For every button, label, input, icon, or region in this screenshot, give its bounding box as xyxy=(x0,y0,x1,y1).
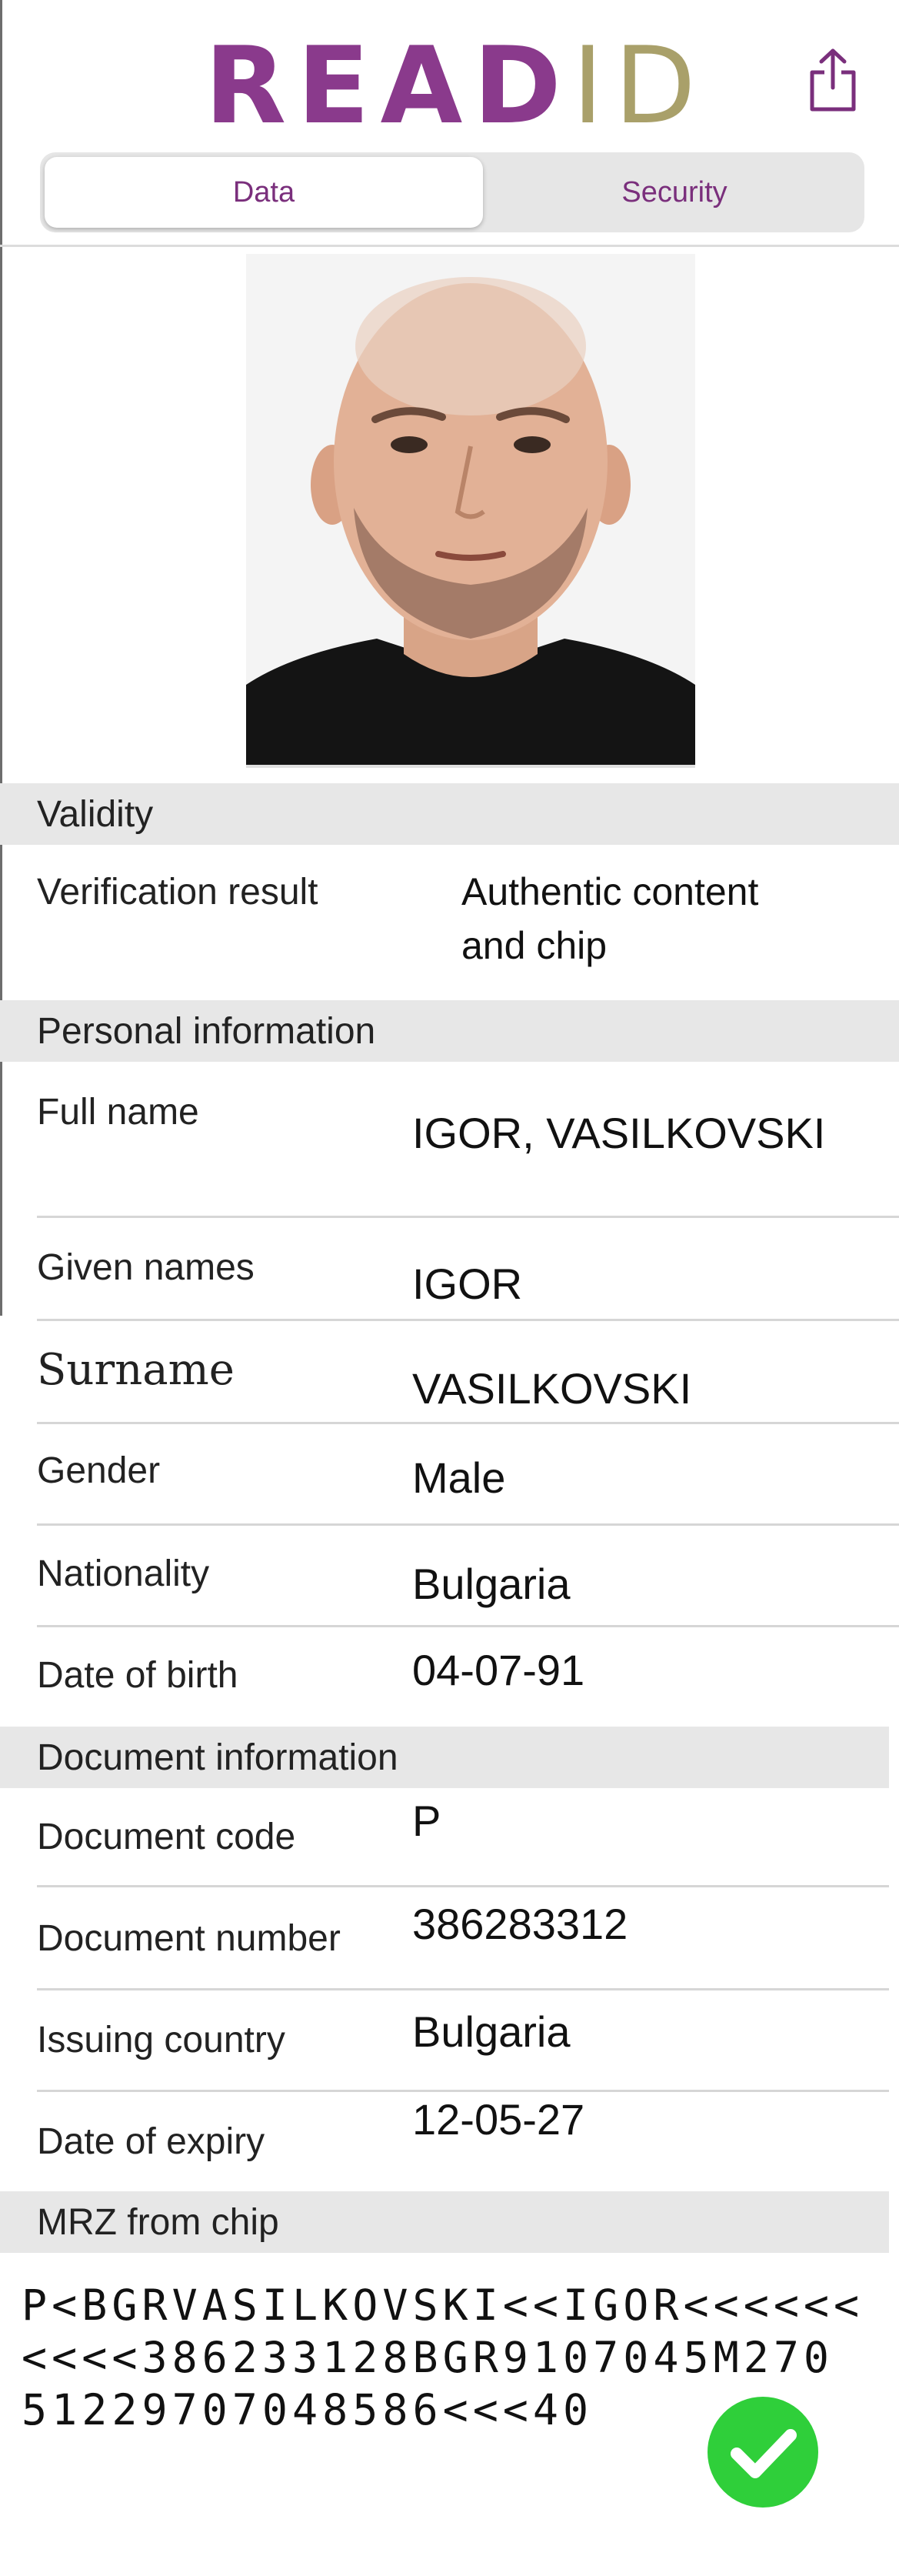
header-divider xyxy=(0,245,899,247)
portrait-photo xyxy=(246,254,695,768)
row-divider xyxy=(37,1422,899,1424)
row-divider xyxy=(37,1625,899,1627)
gender-value: Male xyxy=(412,1453,506,1502)
section-mrz-from-chip: MRZ from chip xyxy=(0,2191,889,2253)
surname-value: VASILKOVSKI xyxy=(412,1364,692,1413)
segmented-control: Data Security xyxy=(40,152,864,232)
date-of-expiry-label: Date of expiry xyxy=(37,2121,265,2162)
document-code-value: P xyxy=(412,1797,441,1845)
date-of-expiry-value: 12-05-27 xyxy=(412,2095,585,2144)
section-personal-information: Personal information xyxy=(0,1000,899,1062)
logo-read-text: READ xyxy=(205,24,572,148)
section-validity: Validity xyxy=(0,783,899,845)
nationality-label: Nationality xyxy=(37,1553,210,1594)
verification-result-label: Verification result xyxy=(37,872,318,913)
share-icon[interactable] xyxy=(806,48,860,112)
verification-result-value-line2: and chip xyxy=(461,924,608,967)
mrz-line: <<<<386233128BGR9107045M270 xyxy=(22,2333,834,2382)
readid-logo: READID xyxy=(205,32,707,140)
full-name-value: IGOR, VASILKOVSKI xyxy=(412,1109,826,1157)
checkmark-icon xyxy=(708,2397,818,2508)
document-number-value: 386283312 xyxy=(412,1900,628,1948)
row-divider xyxy=(37,1216,899,1218)
date-of-birth-value: 04-07-91 xyxy=(412,1646,585,1694)
row-divider xyxy=(37,1988,889,1990)
document-code-label: Document code xyxy=(37,1817,296,1857)
row-divider xyxy=(37,1885,889,1887)
given-names-label: Given names xyxy=(37,1247,255,1288)
document-number-label: Document number xyxy=(37,1918,341,1959)
logo-id-text: ID xyxy=(571,24,707,148)
mrz-line: P<BGRVASILKOVSKI<<IGOR<<<<<< xyxy=(22,2281,864,2330)
date-of-birth-label: Date of birth xyxy=(37,1655,238,1696)
issuing-country-label: Issuing country xyxy=(37,2020,285,2060)
gender-label: Gender xyxy=(37,1450,161,1491)
app-header: READID Data Security xyxy=(0,0,899,245)
section-document-information: Document information xyxy=(0,1727,889,1788)
full-name-label: Full name xyxy=(37,1092,199,1133)
tab-security[interactable]: Security xyxy=(490,157,859,228)
nationality-value: Bulgaria xyxy=(412,1560,571,1608)
issuing-country-value: Bulgaria xyxy=(412,2007,571,2056)
tab-data[interactable]: Data xyxy=(45,157,483,228)
row-divider xyxy=(37,1319,899,1321)
row-divider xyxy=(37,1523,899,1526)
given-names-value: IGOR xyxy=(412,1260,523,1308)
row-divider xyxy=(37,2090,889,2092)
verification-result-value-line1: Authentic content xyxy=(461,870,759,913)
surname-label: Surname xyxy=(37,1345,235,1395)
